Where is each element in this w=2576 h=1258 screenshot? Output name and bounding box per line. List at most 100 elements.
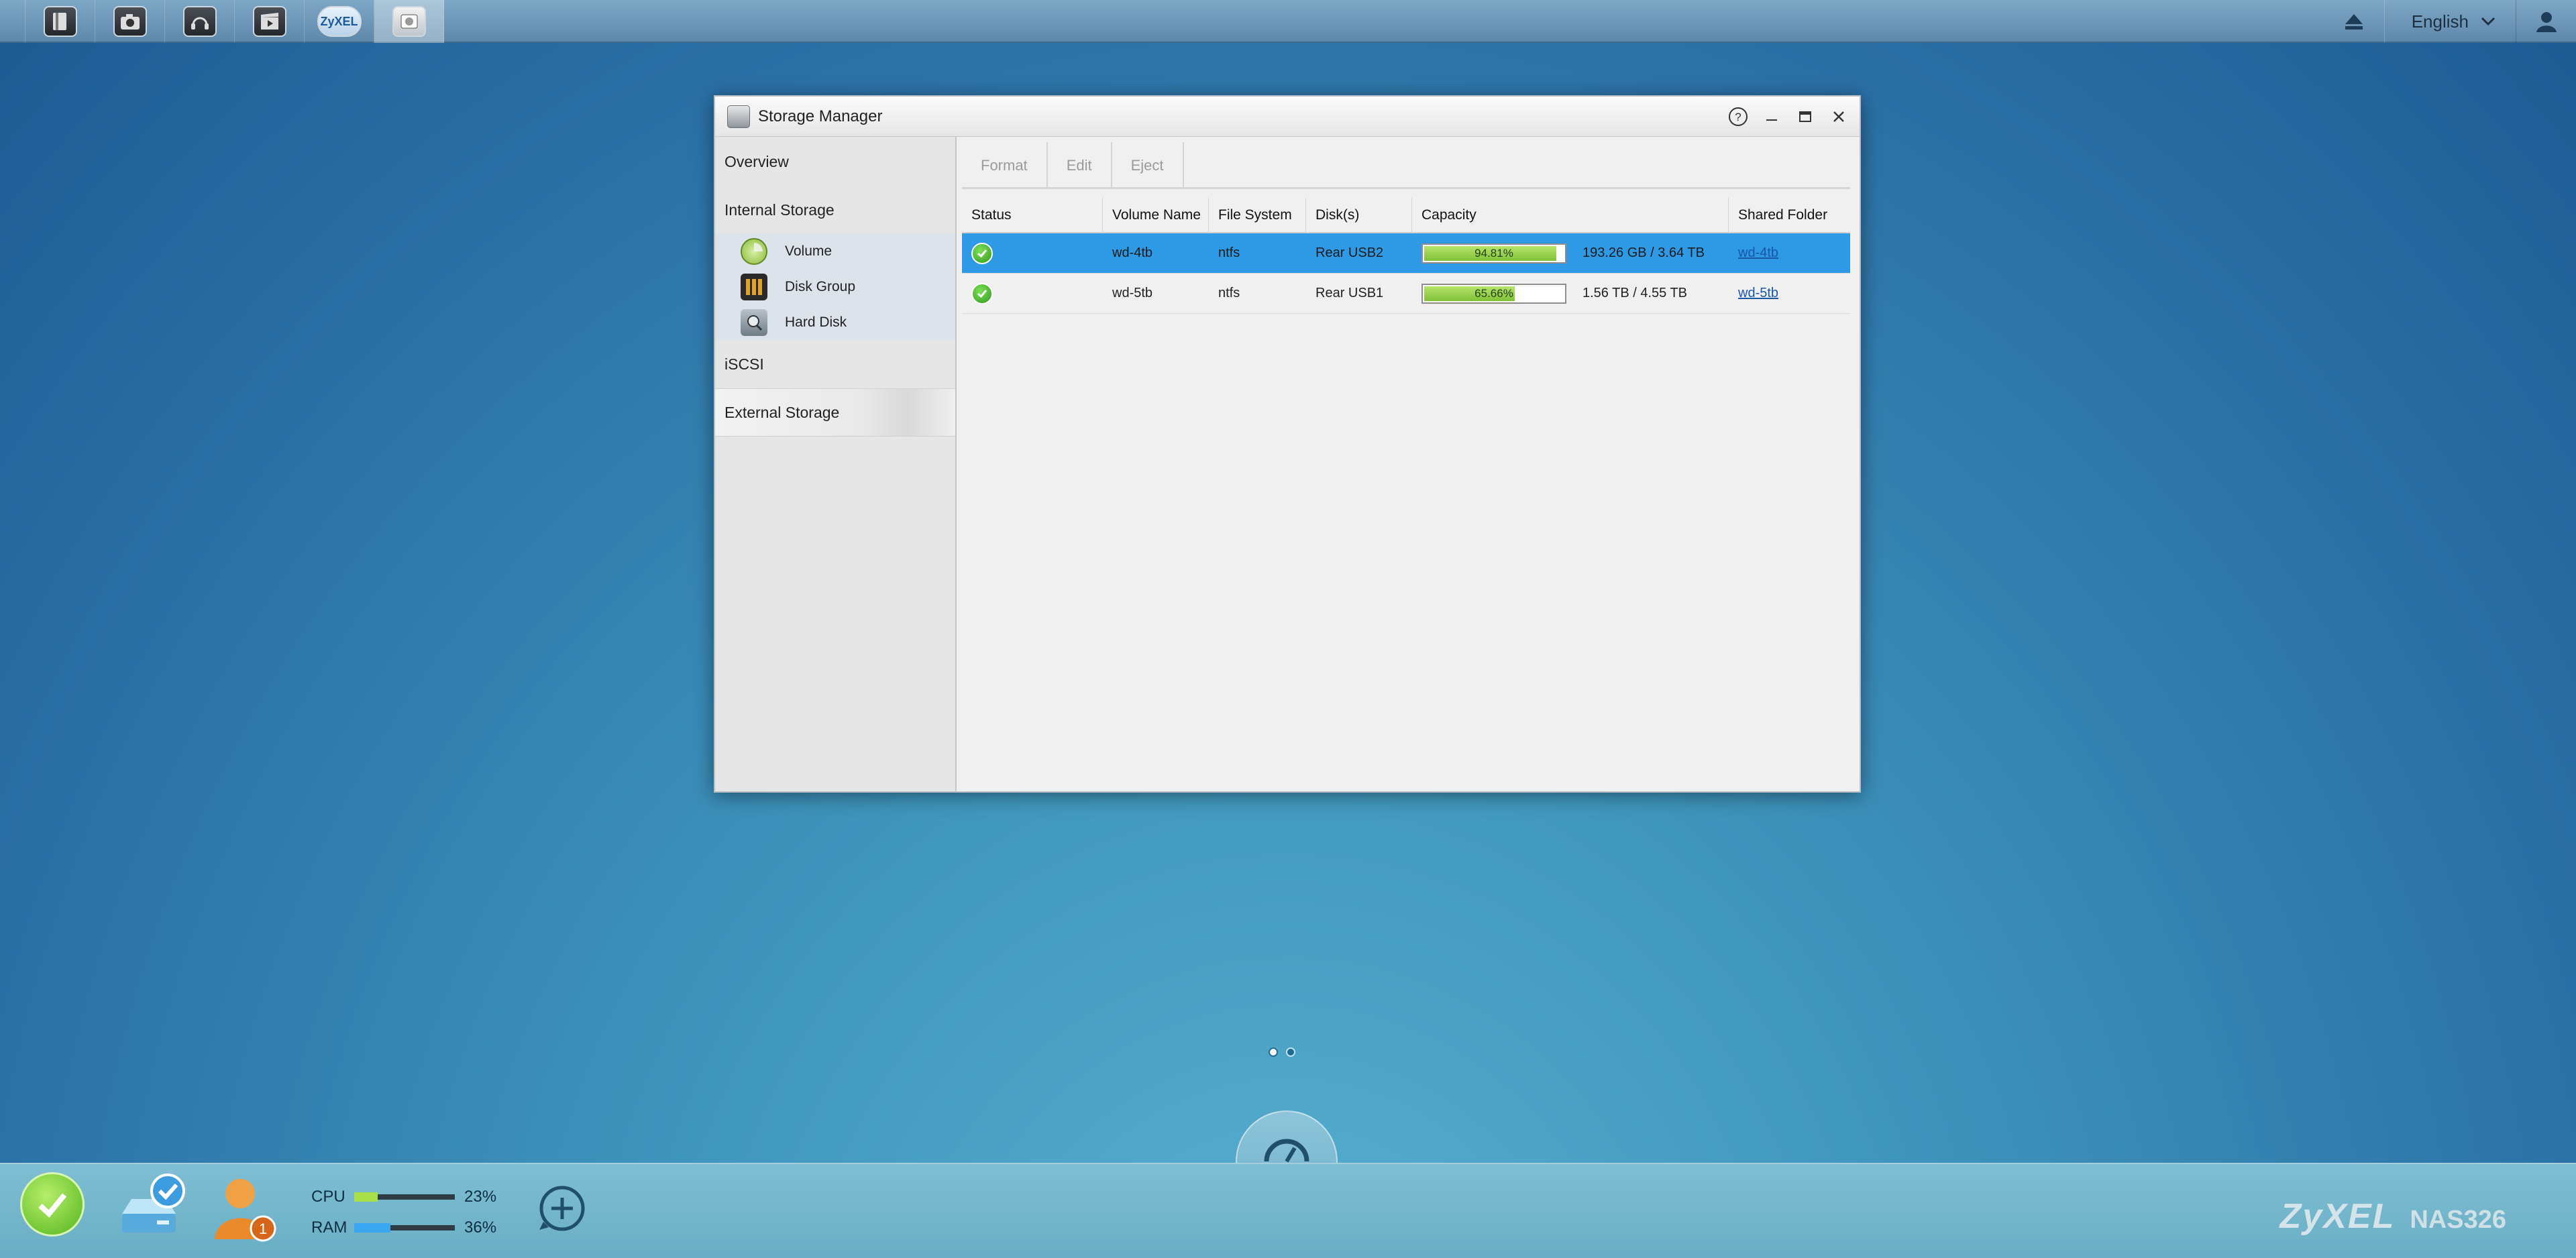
capacity-cell: 65.66% 1.56 TB / 4.55 TB (1412, 274, 1729, 314)
user-icon: 1 (215, 1179, 276, 1242)
desktop-page-indicator (1269, 1047, 1295, 1057)
sidebar-item-label: Disk Group (785, 278, 856, 294)
volume-name-cell: wd-5tb (1112, 286, 1153, 300)
toolbar: Format Edit Eject (962, 142, 1850, 189)
storage-manager-icon (392, 6, 426, 37)
column-header-shared-folder[interactable]: Shared Folder (1729, 198, 1850, 233)
sidebar-item-hard-disk[interactable]: Hard Disk (715, 304, 955, 340)
internal-storage-submenu: Volume Disk Group Hard Disk (715, 233, 955, 340)
table-row[interactable]: wd-4tb ntfs Rear USB2 94.81% 193.26 GB /… (962, 233, 1850, 274)
sidebar-item-label: Hard Disk (785, 314, 847, 330)
user-menu-button[interactable] (2516, 0, 2576, 43)
volume-icon (741, 237, 767, 265)
file-browser-app-button[interactable] (25, 0, 95, 43)
shared-folder-link[interactable]: wd-5tb (1738, 286, 1778, 301)
capacity-text: 193.26 GB / 3.64 TB (1582, 245, 1705, 260)
sidebar-item-overview[interactable]: Overview (715, 137, 955, 186)
ram-meter: RAM 36% (311, 1212, 513, 1243)
storage-manager-icon (727, 105, 750, 128)
help-button[interactable]: ? (1728, 107, 1748, 127)
page-dot-2[interactable] (1286, 1047, 1295, 1057)
cpu-label: CPU (311, 1188, 345, 1206)
minimize-button[interactable] (1762, 107, 1782, 127)
sidebar-item-label: Overview (724, 152, 789, 170)
capacity-cell: 94.81% 193.26 GB / 3.64 TB (1412, 233, 1729, 274)
sidebar-item-disk-group[interactable]: Disk Group (715, 269, 955, 304)
file-browser-icon (43, 6, 77, 37)
svg-text:?: ? (1735, 111, 1741, 123)
storage-manager-app-button[interactable] (374, 0, 444, 43)
zyxel-logo: ZyXEL (2279, 1197, 2396, 1236)
model-name: NAS326 (2410, 1206, 2506, 1234)
photo-app-button[interactable] (95, 0, 165, 43)
status-cell (962, 233, 1103, 274)
zyxel-cloud-app-button[interactable]: ZyXEL (305, 0, 374, 43)
cpu-track (354, 1192, 455, 1202)
add-circle-icon (539, 1186, 585, 1231)
chevron-down-icon (2481, 17, 2496, 26)
disk-check-icon (122, 1174, 185, 1233)
close-icon (1833, 111, 1844, 122)
close-button[interactable] (1829, 107, 1849, 127)
edit-button[interactable]: Edit (1048, 142, 1112, 189)
column-header-status[interactable]: Status (962, 198, 1103, 233)
ram-track (354, 1223, 455, 1233)
resource-meters: CPU 23% RAM 36% (311, 1182, 513, 1243)
notification-count: 1 (259, 1220, 267, 1237)
cpu-meter: CPU 23% (311, 1182, 513, 1212)
column-header-file-system[interactable]: File System (1209, 198, 1306, 233)
speedometer-icon (1264, 1139, 1309, 1163)
user-notification-button[interactable]: 1 (208, 1172, 282, 1246)
maximize-button[interactable] (1795, 107, 1815, 127)
shared-folder-cell: wd-5tb (1729, 274, 1850, 314)
capacity-usage-percent: 65.66% (1474, 286, 1513, 300)
volume-table: Status Volume Name File System Disk(s) C… (962, 198, 1850, 314)
taskbar-edge (0, 0, 25, 43)
disk-group-icon (741, 273, 767, 300)
add-widget-button[interactable] (537, 1183, 588, 1234)
top-taskbar: ZyXEL English (0, 0, 2576, 43)
volume-name-cell: wd-4tb (1112, 245, 1153, 260)
ram-fill (354, 1223, 390, 1233)
eject-volume-button[interactable]: Eject (1112, 142, 1184, 189)
table-header: Status Volume Name File System Disk(s) C… (962, 198, 1850, 233)
status-ok-icon (971, 242, 993, 264)
sidebar-item-iscsi[interactable]: iSCSI (715, 340, 955, 388)
system-status-ok-button[interactable] (20, 1172, 85, 1237)
capacity-usage-bar: 65.66% (1421, 283, 1566, 304)
taskbar-apps: ZyXEL (25, 0, 444, 43)
main-panel: Format Edit Eject Status Volume Name Fil… (957, 137, 1860, 791)
format-button[interactable]: Format (962, 142, 1048, 189)
storage-status-button[interactable] (114, 1172, 188, 1239)
capacity-text: 1.56 TB / 4.55 TB (1582, 286, 1688, 300)
page-dot-1[interactable] (1269, 1047, 1278, 1057)
window-titlebar[interactable]: Storage Manager ? (715, 97, 1860, 137)
sidebar-item-external-storage[interactable]: External Storage (715, 388, 955, 437)
sidebar-item-label: Volume (785, 243, 833, 259)
sidebar-item-volume[interactable]: Volume (715, 233, 955, 269)
capacity-usage-percent: 94.81% (1474, 246, 1513, 260)
sidebar-item-label: iSCSI (724, 355, 764, 373)
hard-disk-icon (741, 308, 767, 336)
zyxel-cloud-icon: ZyXEL (317, 6, 362, 37)
column-header-capacity[interactable]: Capacity (1412, 198, 1729, 233)
sidebar-item-internal-storage[interactable]: Internal Storage (715, 186, 955, 233)
eject-button[interactable] (2324, 0, 2384, 43)
capacity-usage-bar: 94.81% (1421, 243, 1566, 264)
eject-icon (2345, 14, 2363, 30)
ram-value: 36% (464, 1218, 497, 1237)
column-header-volume-name[interactable]: Volume Name (1103, 198, 1209, 233)
window-body: Overview Internal Storage Volume Disk Gr… (715, 137, 1860, 791)
language-select[interactable]: English (2383, 0, 2516, 43)
cpu-value: 23% (464, 1188, 497, 1206)
music-app-button[interactable] (165, 0, 235, 43)
shared-folder-link[interactable]: wd-4tb (1738, 245, 1778, 261)
table-row[interactable]: wd-5tb ntfs Rear USB1 65.66% 1.56 TB / 4… (962, 274, 1850, 314)
minimize-icon (1766, 119, 1777, 121)
video-app-button[interactable] (235, 0, 305, 43)
column-header-disks[interactable]: Disk(s) (1306, 198, 1412, 233)
brand-logo: ZyXEL NAS326 (2280, 1196, 2506, 1237)
cpu-fill (354, 1192, 378, 1202)
music-icon (182, 6, 217, 37)
user-icon (2536, 12, 2557, 32)
